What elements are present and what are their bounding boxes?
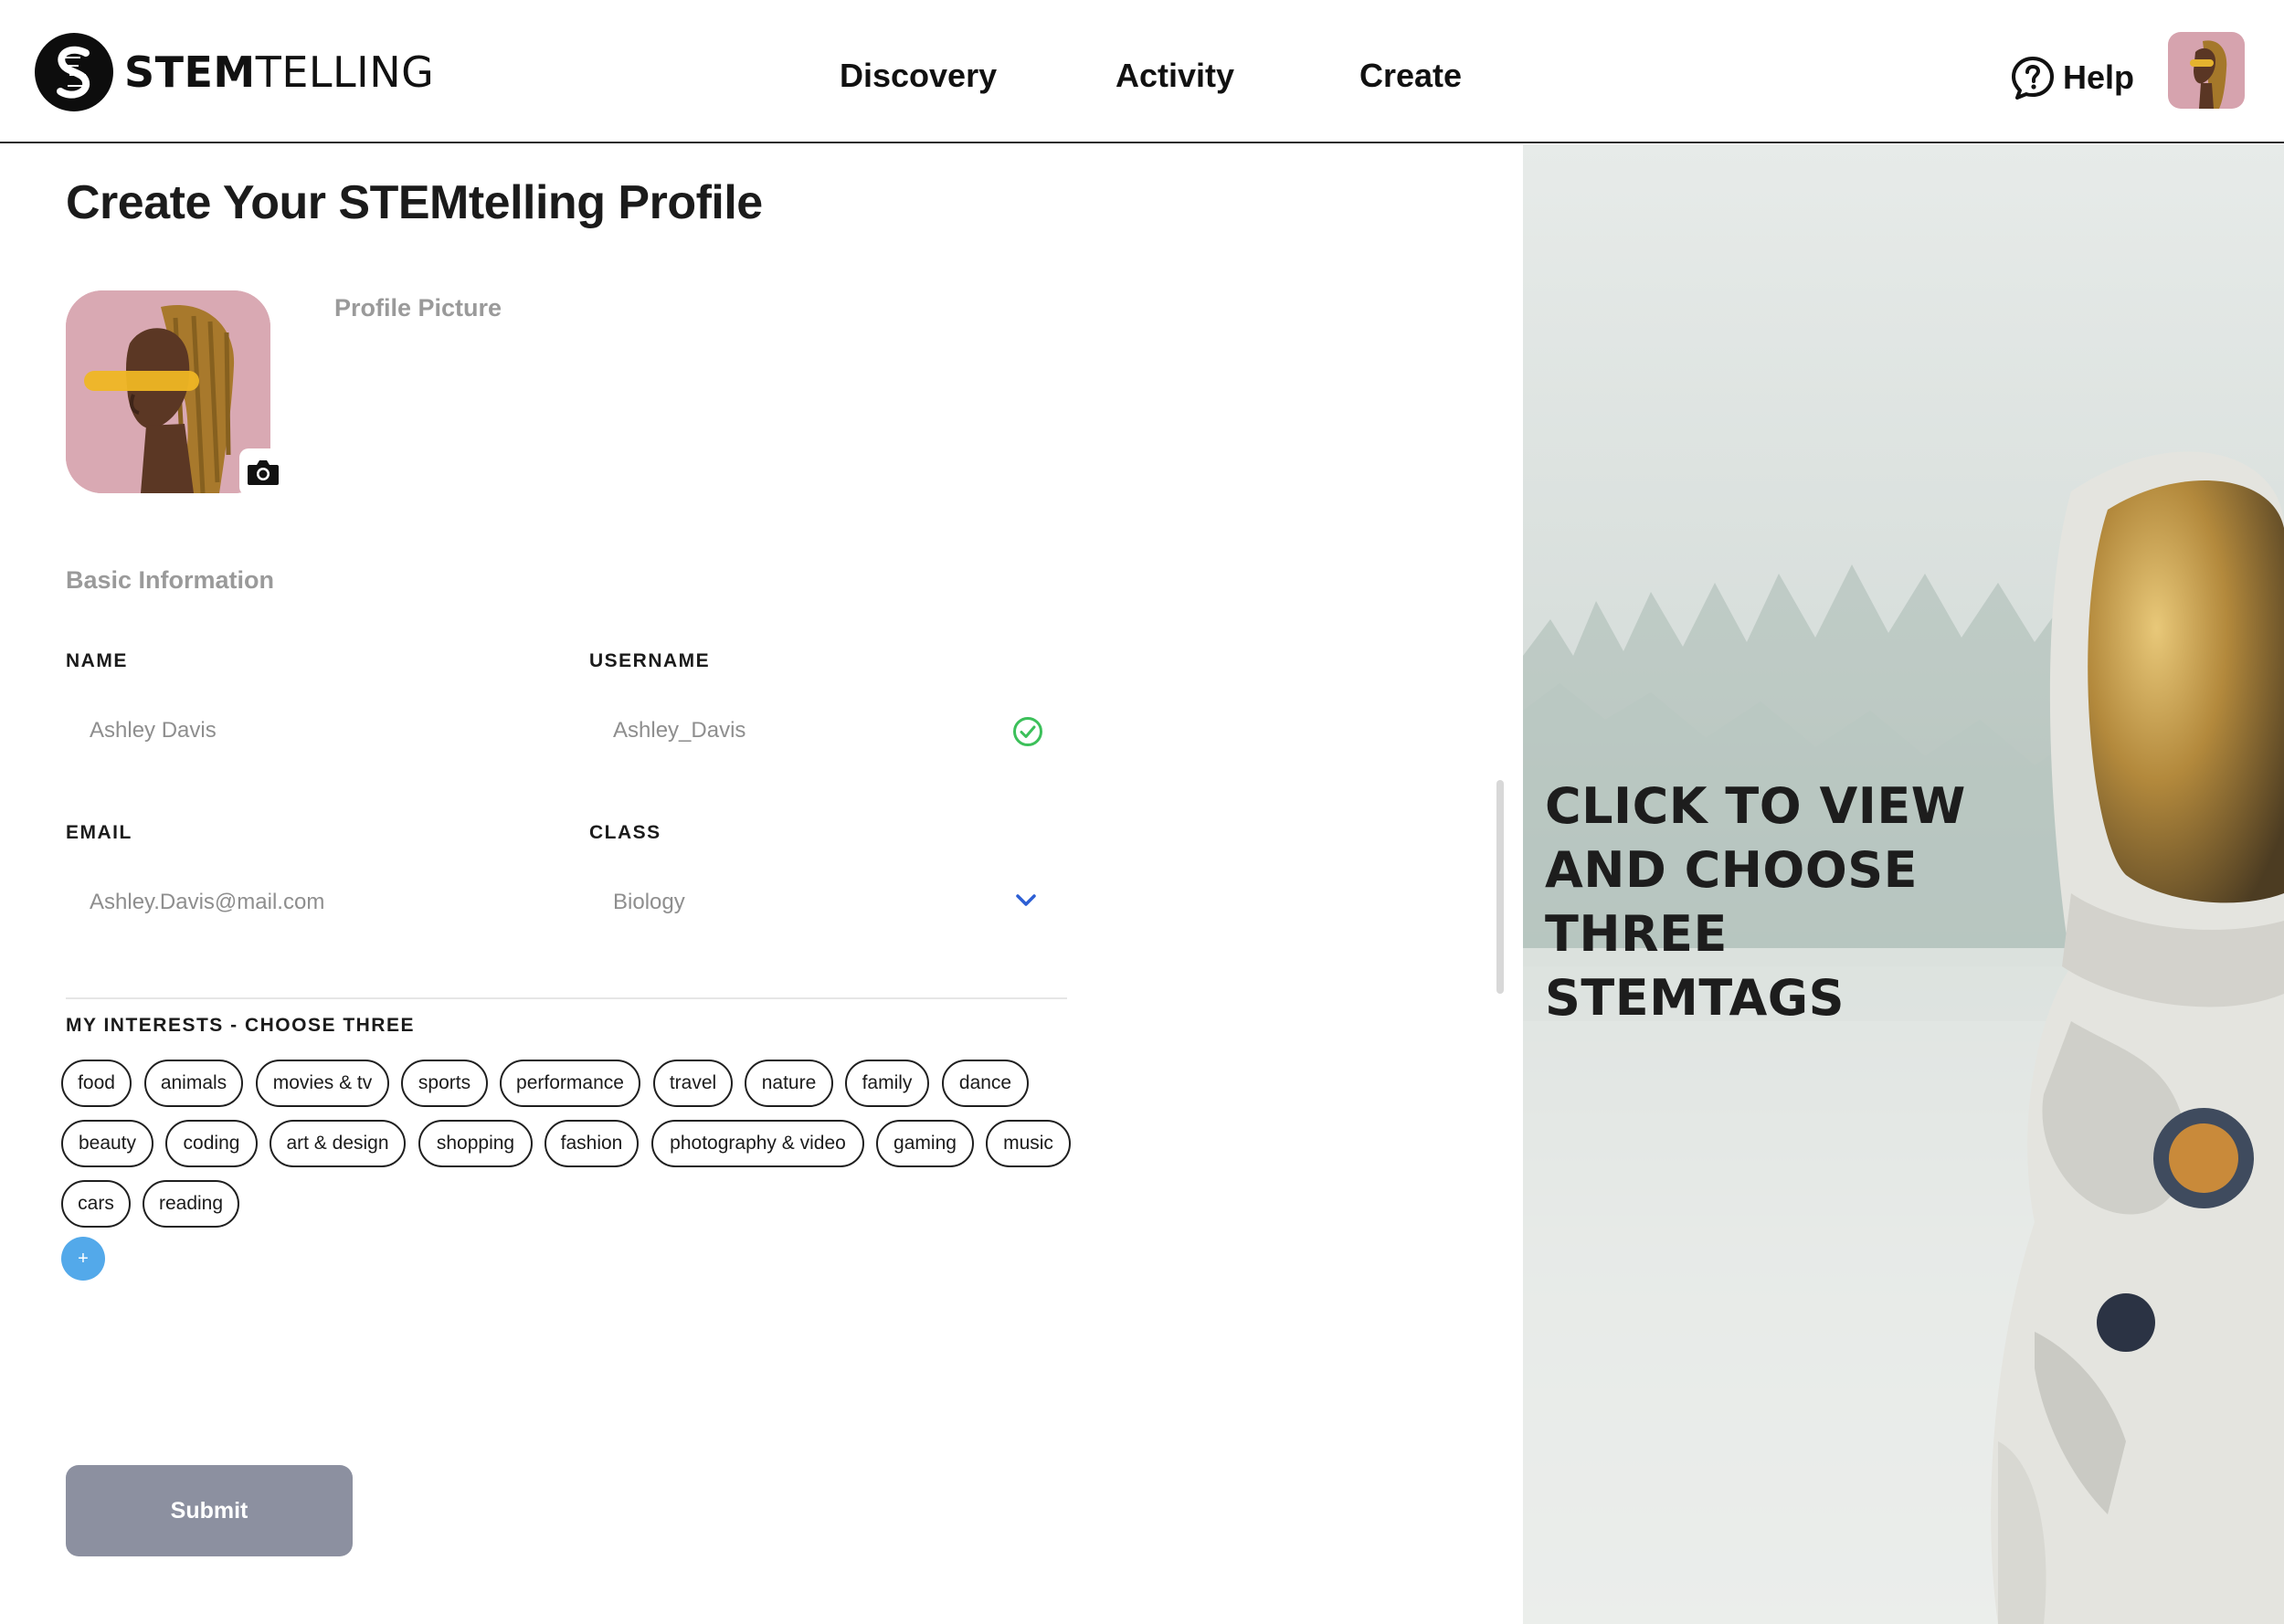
- interest-chip-cars[interactable]: cars: [61, 1180, 131, 1228]
- interest-chip-sports[interactable]: sports: [401, 1060, 488, 1107]
- form-scrollbar[interactable]: [1496, 780, 1504, 994]
- interests-heading: MY INTERESTS - CHOOSE THREE: [66, 1015, 415, 1036]
- interest-chip-photography-video[interactable]: photography & video: [651, 1120, 864, 1167]
- class-select[interactable]: Biology: [589, 873, 1055, 932]
- email-label: EMAIL: [66, 822, 132, 843]
- stemtags-call-to-action: CLICK TO VIEW AND CHOOSE THREE STEMTAGS: [1545, 777, 1966, 1027]
- stemtelling-logo[interactable]: STEMTELLING: [35, 33, 434, 111]
- interest-chip-gaming[interactable]: gaming: [876, 1120, 974, 1167]
- nav-activity[interactable]: Activity: [1116, 57, 1234, 95]
- brand-wordmark: STEMTELLING: [124, 47, 435, 97]
- email-field[interactable]: [66, 873, 559, 932]
- help-bubble-icon: [2012, 57, 2054, 100]
- top-navbar: STEMTELLING Discovery Activity Create He…: [0, 0, 2284, 143]
- name-field[interactable]: [66, 701, 559, 760]
- interest-chip-coding[interactable]: coding: [165, 1120, 258, 1167]
- interest-chip-animals[interactable]: animals: [144, 1060, 243, 1107]
- help-label: Help: [2063, 58, 2135, 96]
- username-field[interactable]: [589, 701, 1000, 760]
- help-button[interactable]: Help: [2010, 55, 2134, 100]
- username-valid-check-icon: [1013, 717, 1042, 746]
- nav-create[interactable]: Create: [1359, 57, 1462, 95]
- profile-picture-label: Profile Picture: [334, 294, 502, 322]
- interest-chip-shopping[interactable]: shopping: [418, 1120, 533, 1167]
- interest-chip-fashion[interactable]: fashion: [545, 1120, 639, 1167]
- interest-chip-food[interactable]: food: [61, 1060, 132, 1107]
- interest-chip-music[interactable]: music: [986, 1120, 1071, 1167]
- interest-chip-art-design[interactable]: art & design: [270, 1120, 406, 1167]
- basic-information-heading: Basic Information: [66, 566, 275, 594]
- chevron-down-icon[interactable]: [1014, 891, 1038, 910]
- interest-chip-family[interactable]: family: [845, 1060, 929, 1107]
- add-interest-button[interactable]: +: [61, 1237, 105, 1281]
- nav-discovery[interactable]: Discovery: [840, 57, 997, 95]
- name-label: NAME: [66, 650, 128, 671]
- camera-icon: [248, 460, 279, 485]
- avatar-portrait-icon: [2168, 32, 2245, 109]
- interest-chip-nature[interactable]: nature: [745, 1060, 833, 1107]
- interest-chip-performance[interactable]: performance: [500, 1060, 640, 1107]
- interest-chip-reading[interactable]: reading: [143, 1180, 239, 1228]
- interest-chip-travel[interactable]: travel: [653, 1060, 733, 1107]
- interest-chip-beauty[interactable]: beauty: [61, 1120, 153, 1167]
- username-label: USERNAME: [589, 650, 711, 671]
- stemtags-hero-panel[interactable]: CLICK TO VIEW AND CHOOSE THREE STEMTAGS: [1523, 144, 2284, 1624]
- section-divider: [66, 997, 1067, 999]
- change-photo-button[interactable]: [239, 448, 287, 496]
- user-avatar[interactable]: [2168, 32, 2245, 109]
- class-label: CLASS: [589, 822, 661, 843]
- page-title: Create Your STEMtelling Profile: [66, 176, 763, 229]
- logo-mark-icon: [35, 33, 113, 111]
- submit-button[interactable]: Submit: [66, 1465, 353, 1556]
- interest-chip-dance[interactable]: dance: [942, 1060, 1029, 1107]
- interest-chip-movies-tv[interactable]: movies & tv: [256, 1060, 389, 1107]
